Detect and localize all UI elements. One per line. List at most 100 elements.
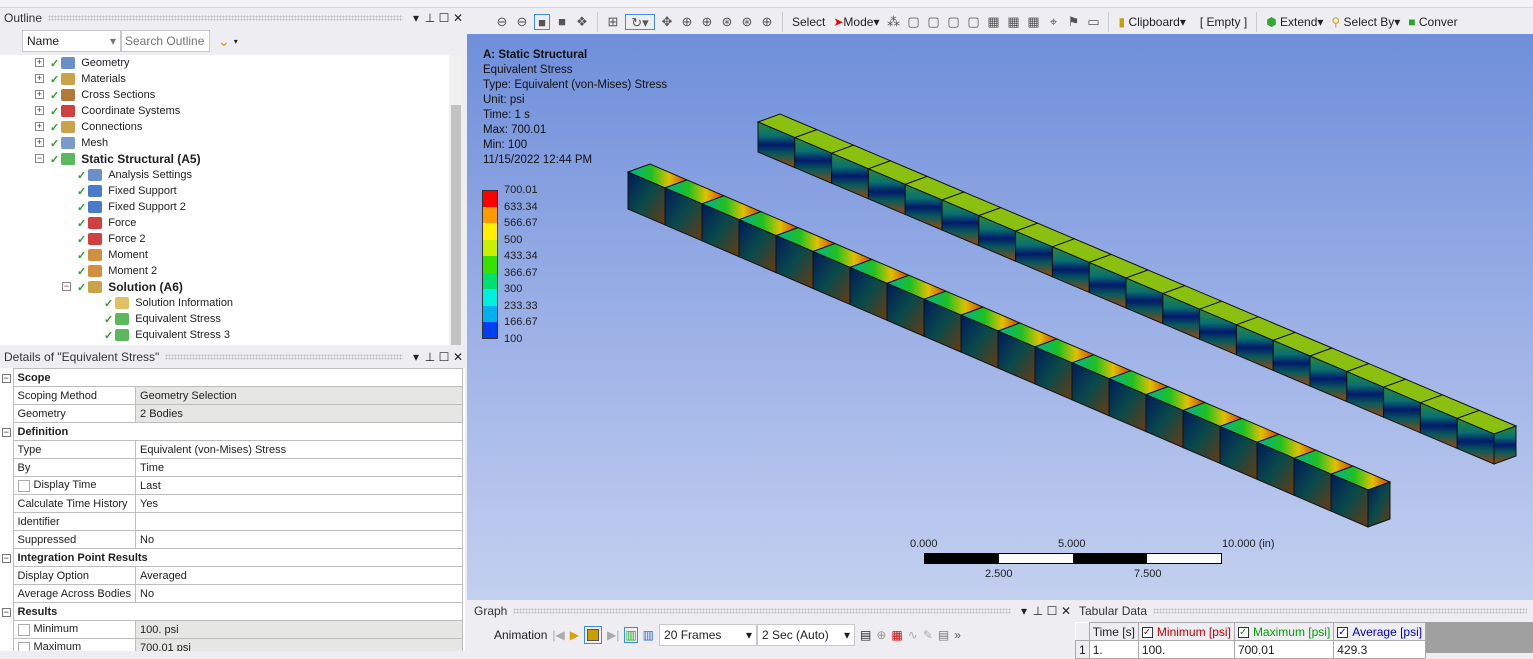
- stop-button[interactable]: [583, 626, 602, 644]
- details-row[interactable]: By Time: [0, 458, 463, 477]
- tree-item[interactable]: ✓ Geometry: [50, 55, 130, 71]
- details-row[interactable]: Calculate Time History Yes: [0, 494, 463, 513]
- lower-beam-end-face[interactable]: [1367, 481, 1391, 528]
- tree-item[interactable]: ✓ Mesh: [50, 135, 108, 151]
- outline-filter-select[interactable]: Name ▾: [22, 30, 121, 52]
- property-value[interactable]: 700.01 psi: [135, 638, 463, 651]
- expand-chevron-icon[interactable]: ⌄: [218, 33, 230, 50]
- expand-toggle[interactable]: −: [62, 282, 71, 291]
- property-value[interactable]: Time: [135, 458, 463, 477]
- next-frame-icon[interactable]: ▶|: [607, 628, 619, 642]
- property-value[interactable]: 100. psi: [135, 620, 463, 639]
- mesh-face-icon[interactable]: ▦: [1025, 14, 1041, 30]
- convert-button[interactable]: ■ Conver: [1406, 12, 1459, 32]
- expand-toggle[interactable]: +: [35, 106, 44, 115]
- maximize-icon[interactable]: ☐: [1045, 604, 1059, 618]
- dropdown-icon[interactable]: ▾: [234, 37, 238, 46]
- rotate-icon[interactable]: ↻▾: [625, 13, 655, 30]
- details-row[interactable]: Display Option Averaged: [0, 566, 463, 585]
- property-value[interactable]: No: [135, 530, 463, 549]
- column-checkbox[interactable]: ✓: [1337, 626, 1349, 638]
- tree-item[interactable]: ✓ Force: [77, 215, 136, 231]
- collapse-icon[interactable]: −: [1, 553, 11, 563]
- magnifier-icon[interactable]: ⊕: [759, 14, 775, 30]
- settings-icon[interactable]: ▤: [938, 628, 949, 642]
- close-icon[interactable]: ✕: [1059, 604, 1073, 618]
- frames-select[interactable]: 20 Frames ▾: [659, 624, 758, 646]
- property-value[interactable]: [135, 512, 463, 531]
- close-icon[interactable]: ✕: [451, 11, 465, 25]
- pin-icon[interactable]: ⊥: [423, 11, 437, 25]
- export-video-icon[interactable]: ▤: [860, 628, 871, 642]
- vertex-select-icon[interactable]: ⁂: [885, 14, 901, 30]
- maximize-icon[interactable]: ☐: [437, 350, 451, 364]
- property-value[interactable]: 2 Bodies: [135, 404, 463, 423]
- close-icon[interactable]: ✕: [451, 350, 465, 364]
- clipboard-button[interactable]: ▮ Clipboard ▾: [1116, 12, 1187, 32]
- probe-icon[interactable]: ⚑: [1065, 14, 1081, 30]
- collapse-icon[interactable]: −: [1, 607, 11, 617]
- element-face-icon[interactable]: ▢: [965, 14, 981, 30]
- parameter-checkbox[interactable]: [17, 479, 30, 492]
- collapse-icon[interactable]: −: [1, 373, 11, 383]
- expand-toggle[interactable]: +: [35, 138, 44, 147]
- details-row[interactable]: Minimum 100. psi: [0, 620, 463, 639]
- column-checkbox[interactable]: ✓: [1237, 626, 1249, 638]
- parameter-checkbox[interactable]: [17, 623, 30, 636]
- details-row[interactable]: Suppressed No: [0, 530, 463, 549]
- dropdown-icon[interactable]: ▾: [409, 11, 423, 25]
- tree-item[interactable]: ✓ Fixed Support 2: [77, 199, 186, 215]
- maximize-icon[interactable]: ☐: [437, 11, 451, 25]
- expand-toggle[interactable]: +: [35, 90, 44, 99]
- extend-button[interactable]: ⬢ Extend ▾: [1264, 12, 1325, 32]
- play-icon[interactable]: ▶: [570, 628, 579, 642]
- outline-scrollbar[interactable]: [449, 55, 463, 345]
- select-by-button[interactable]: ⚲ Select By ▾: [1329, 12, 1402, 32]
- duration-select[interactable]: 2 Sec (Auto) ▾: [757, 624, 856, 646]
- tree-item[interactable]: ✓ Equivalent Stress 3: [104, 327, 230, 343]
- body-select-icon[interactable]: ■: [534, 13, 550, 30]
- zoom-selection-icon[interactable]: ⊛: [739, 14, 755, 30]
- hide-body-icon[interactable]: ■: [554, 14, 570, 30]
- details-row[interactable]: Display Time Last: [0, 476, 463, 495]
- column-checkbox[interactable]: ✓: [1141, 626, 1153, 638]
- scrollbar-thumb[interactable]: [451, 105, 461, 345]
- tree-item[interactable]: ✓ Analysis Settings: [77, 167, 192, 183]
- column-header[interactable]: ✓ Average [psi]: [1333, 622, 1427, 641]
- dropdown-icon[interactable]: ▾: [409, 350, 423, 364]
- search-outline-input[interactable]: [121, 30, 210, 52]
- pin-icon[interactable]: ⊥: [1031, 604, 1045, 618]
- zoom-box-icon[interactable]: ⊕: [699, 14, 715, 30]
- tree-item[interactable]: ✓ Solution Information: [104, 295, 233, 311]
- result-sets-icon[interactable]: ▥: [643, 628, 654, 642]
- pin-icon[interactable]: ⊥: [423, 350, 437, 364]
- tree-item[interactable]: ✓ Equivalent Stress: [104, 311, 221, 327]
- property-value[interactable]: Geometry Selection: [135, 386, 463, 405]
- expand-toggle[interactable]: −: [35, 154, 44, 163]
- zoom-graph-icon[interactable]: ⊕: [876, 628, 886, 642]
- label-icon[interactable]: ▭: [1085, 14, 1101, 30]
- face-select-icon[interactable]: ▢: [925, 14, 941, 30]
- graphics-viewport[interactable]: A: Static Structural Equivalent Stress Typ…: [467, 34, 1533, 600]
- zoom-fit-icon[interactable]: ⊛: [719, 14, 735, 30]
- property-value[interactable]: Last: [135, 476, 463, 495]
- mesh-element-icon[interactable]: ▦: [1005, 14, 1021, 30]
- details-row[interactable]: Scoping Method Geometry Selection: [0, 386, 463, 405]
- details-row[interactable]: Average Across Bodies No: [0, 584, 463, 603]
- body-select2-icon[interactable]: ▢: [945, 14, 961, 30]
- show-body-icon[interactable]: ❖: [574, 14, 590, 30]
- thumbnail-icon[interactable]: ⊞: [605, 14, 621, 30]
- details-row[interactable]: Identifier: [0, 512, 463, 531]
- column-header[interactable]: ✓ Minimum [psi]: [1137, 622, 1235, 641]
- property-value[interactable]: Yes: [135, 494, 463, 513]
- tree-item[interactable]: ✓ Moment 2: [77, 263, 157, 279]
- table-row[interactable]: 1 1. 100. 700.01 429.3: [1075, 640, 1427, 659]
- xyz-icon[interactable]: ⌖: [1045, 14, 1061, 30]
- expand-toggle[interactable]: +: [35, 58, 44, 67]
- tree-item[interactable]: ✓ Moment: [77, 247, 148, 263]
- tree-item[interactable]: ✓ Force 2: [77, 231, 146, 247]
- expand-toggle[interactable]: +: [35, 122, 44, 131]
- mesh-node-icon[interactable]: ▦: [985, 14, 1001, 30]
- column-header[interactable]: ✓ Maximum [psi]: [1233, 622, 1335, 641]
- contour-icon[interactable]: ▦: [891, 628, 902, 642]
